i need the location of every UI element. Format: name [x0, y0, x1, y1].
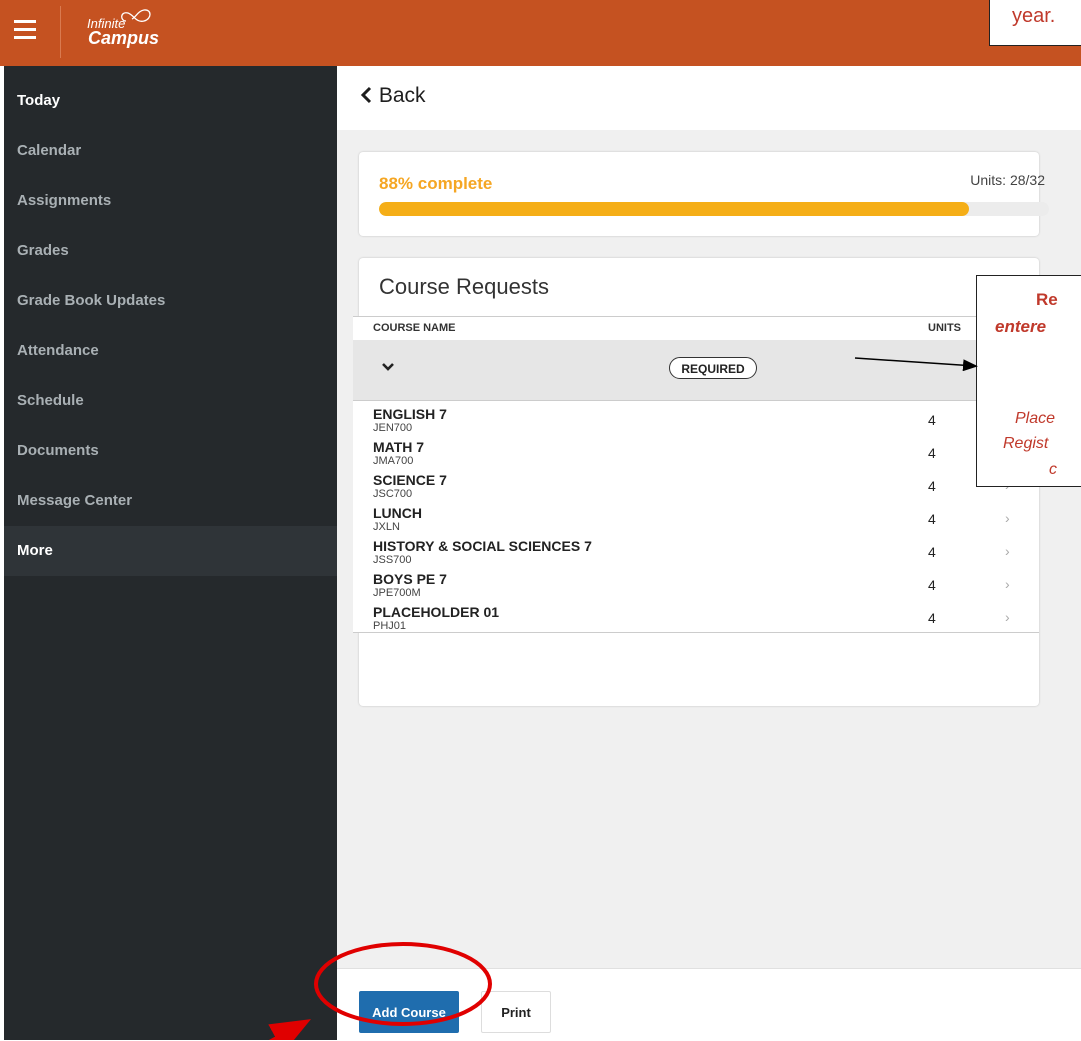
- course-units: 4: [928, 511, 936, 527]
- progress-bar-fill: [379, 202, 969, 216]
- course-row[interactable]: HISTORY & SOCIAL SCIENCES 7 JSS700 4 ›: [353, 533, 1039, 567]
- annotation-text-4: Regist: [1003, 435, 1049, 452]
- course-name: PLACEHOLDER 01: [373, 604, 500, 620]
- annotation-callout-top: year.: [989, 0, 1081, 46]
- course-name: MATH 7: [373, 439, 425, 455]
- sidebar-item-grades[interactable]: Grades: [4, 226, 337, 276]
- annotation-callout-right: Re entere Place Regist c: [976, 275, 1081, 487]
- infinite-campus-logo[interactable]: Infinite Campus: [68, 4, 188, 54]
- units-count: Units: 28/32: [970, 172, 1045, 188]
- sidebar-item-schedule[interactable]: Schedule: [4, 376, 337, 426]
- column-course-name: COURSE NAME: [373, 322, 456, 334]
- course-code: JEN700: [373, 422, 413, 434]
- course-name: ENGLISH 7: [373, 406, 447, 422]
- table-header: COURSE NAME UNITS: [353, 316, 1039, 342]
- chevron-right-icon[interactable]: ›: [1005, 510, 1010, 526]
- logo-line2: Campus: [88, 28, 160, 48]
- course-units: 4: [928, 544, 936, 560]
- course-requests-card: Course Requests COURSE NAME UNITS REQUIR…: [353, 258, 1039, 706]
- sidebar-item-calendar[interactable]: Calendar: [4, 126, 337, 176]
- print-button[interactable]: Print: [481, 991, 551, 1033]
- back-link[interactable]: Back: [359, 84, 426, 108]
- back-bar: Back: [337, 66, 1081, 130]
- chevron-left-icon: [360, 86, 372, 104]
- back-label: Back: [378, 84, 426, 107]
- progress-percent: 88% complete: [379, 174, 493, 193]
- action-bar: Add Course Print: [337, 968, 1081, 1041]
- chevron-right-icon[interactable]: ›: [1005, 609, 1010, 625]
- course-name: BOYS PE 7: [373, 571, 447, 587]
- course-units: 4: [928, 478, 936, 494]
- sidebar-item-documents[interactable]: Documents: [4, 426, 337, 476]
- progress-card: 88% complete Units: 28/32: [359, 152, 1049, 236]
- course-code: JXLN: [373, 521, 400, 533]
- chevron-down-icon[interactable]: [381, 362, 395, 372]
- course-code: JMA700: [373, 455, 414, 467]
- required-badge: REQUIRED: [669, 357, 757, 379]
- course-code: JSC700: [373, 488, 413, 500]
- progress-bar: [379, 202, 1049, 216]
- course-name: SCIENCE 7: [373, 472, 447, 488]
- annotation-text-year: year.: [1012, 5, 1056, 27]
- annotation-text-5: c: [1049, 461, 1057, 478]
- course-row[interactable]: PLACEHOLDER 01 PHJ01 4 ›: [353, 599, 1039, 633]
- annotation-text-1: Re: [1036, 290, 1058, 309]
- sidebar: Today Calendar Assignments Grades Grade …: [4, 66, 337, 1040]
- top-bar: Infinite Campus: [0, 0, 1081, 66]
- required-group-row[interactable]: REQUIRED: [353, 340, 1039, 401]
- course-units: 4: [928, 412, 936, 428]
- course-units: 4: [928, 577, 936, 593]
- course-row[interactable]: ENGLISH 7JEN7004›: [353, 401, 1039, 435]
- course-units: 4: [928, 610, 936, 626]
- infinity-loop-icon: [121, 9, 151, 22]
- sidebar-item-grade-book-updates[interactable]: Grade Book Updates: [4, 276, 337, 326]
- chevron-right-icon[interactable]: ›: [1005, 576, 1010, 592]
- hamburger-icon[interactable]: [14, 20, 36, 40]
- chevron-right-icon[interactable]: ›: [1005, 543, 1010, 559]
- sidebar-item-today[interactable]: Today: [4, 76, 337, 126]
- course-row[interactable]: SCIENCE 7JSC7004›: [353, 467, 1039, 501]
- course-code: JPE700M: [373, 587, 421, 599]
- course-row[interactable]: MATH 7JMA7004›: [353, 434, 1039, 468]
- course-name: LUNCH: [373, 505, 422, 521]
- column-units: UNITS: [928, 322, 961, 334]
- course-row[interactable]: BOYS PE 7 JPE700M 4 ›: [353, 566, 1039, 600]
- course-name: HISTORY & SOCIAL SCIENCES 7: [373, 538, 592, 554]
- course-row[interactable]: LUNCH JXLN 4 ›: [353, 500, 1039, 534]
- logo-divider: [60, 6, 61, 58]
- course-code: JSS700: [373, 554, 412, 566]
- course-units: 4: [928, 445, 936, 461]
- add-course-button[interactable]: Add Course: [359, 991, 459, 1033]
- main-content: Back 88% complete Units: 28/32 Course Re…: [337, 66, 1081, 1041]
- course-requests-title: Course Requests: [379, 274, 549, 299]
- sidebar-item-message-center[interactable]: Message Center: [4, 476, 337, 526]
- course-code: PHJ01: [373, 620, 407, 632]
- sidebar-item-assignments[interactable]: Assignments: [4, 176, 337, 226]
- sidebar-item-attendance[interactable]: Attendance: [4, 326, 337, 376]
- annotation-text-3: Place: [1015, 410, 1056, 427]
- sidebar-item-more[interactable]: More: [4, 526, 337, 576]
- annotation-text-2: entere: [995, 317, 1047, 336]
